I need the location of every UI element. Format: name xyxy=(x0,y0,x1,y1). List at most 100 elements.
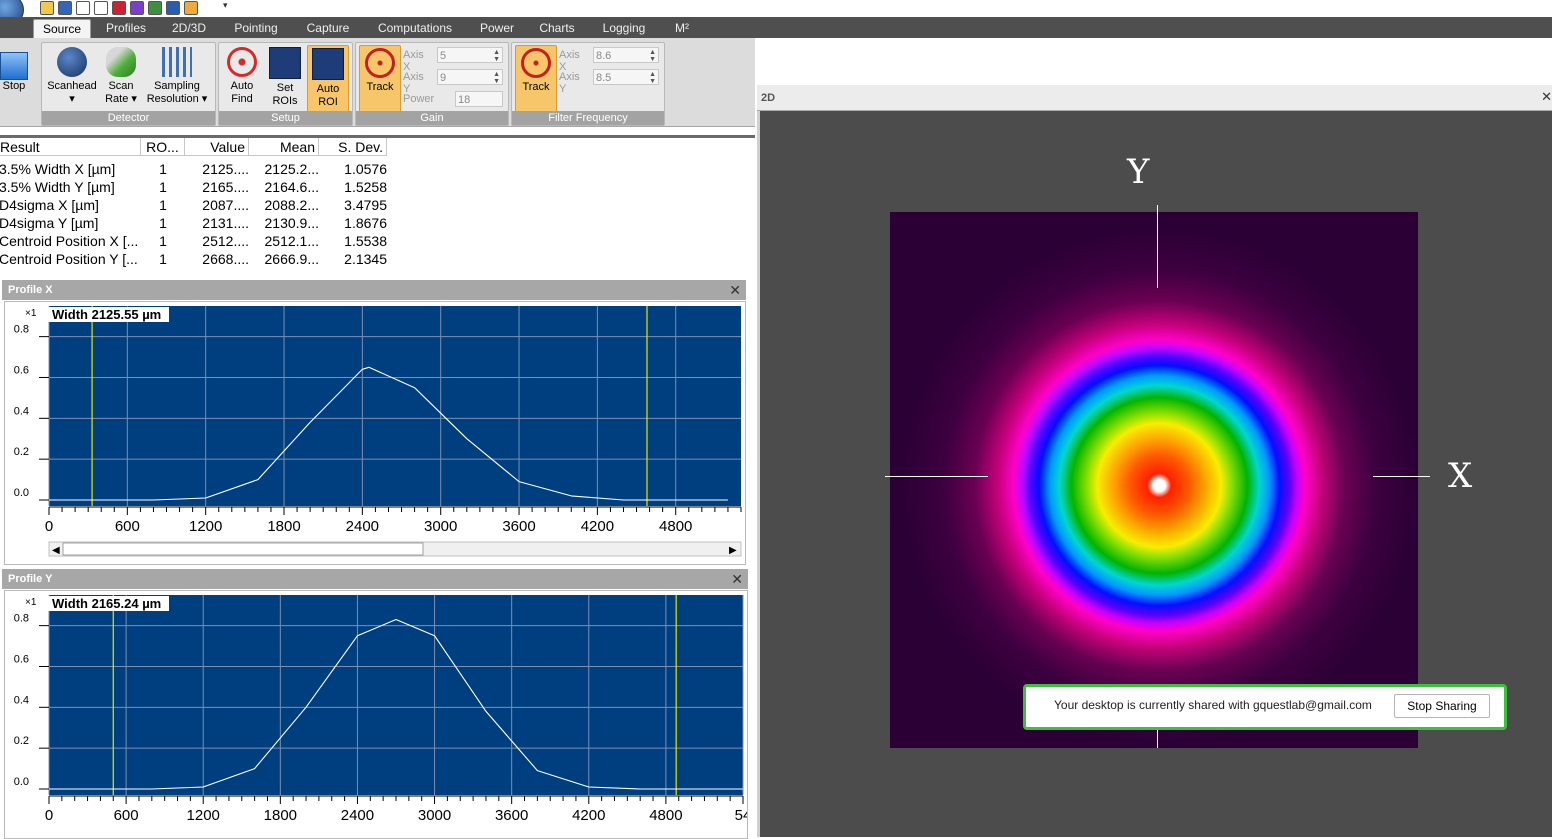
tab-charts[interactable]: Charts xyxy=(534,19,580,38)
column-header-mean[interactable]: Mean xyxy=(249,138,319,156)
y-tick-label: 0.2 xyxy=(14,446,29,458)
result-value: 2131.... xyxy=(202,215,249,231)
profile-y-panel: 0.8 0.6 0.4 0.2 0.0 ×1 0 600 1200 1800 2400 3000 360… xyxy=(4,590,748,839)
close-icon[interactable]: ✕ xyxy=(729,280,741,300)
result-name[interactable]: D4sigma X [µm] xyxy=(0,196,139,214)
spin-arrows-icon[interactable]: ▲ ▼ xyxy=(493,71,500,85)
pane-2d-header: 2D ✕ xyxy=(757,85,1552,111)
filter-axis-x-field[interactable]: 8.6 ▲ ▼ xyxy=(593,47,659,63)
result-name[interactable]: Centroid Position X [... xyxy=(0,232,139,250)
stop-sharing-button[interactable]: Stop Sharing xyxy=(1394,694,1490,718)
profile-icon[interactable] xyxy=(76,1,90,15)
result-roi: 1 xyxy=(159,161,167,177)
result-sdev: 1.8676 xyxy=(344,215,387,231)
x-tick-label: 600 xyxy=(115,518,140,535)
spin-arrows-icon[interactable]: ▲ ▼ xyxy=(649,71,656,85)
tab-computations[interactable]: Computations xyxy=(372,19,458,38)
axis-y-label: Y xyxy=(1127,152,1150,192)
crosshair-icon[interactable] xyxy=(166,1,180,15)
tab-2d3d[interactable]: 2D/3D xyxy=(165,19,213,38)
detector-group-label: Detector xyxy=(42,111,215,125)
result-mean: 2512.1... xyxy=(264,233,320,249)
gain-track-button[interactable]: Track xyxy=(359,45,401,113)
column-header-value[interactable]: Value xyxy=(185,138,249,156)
beam-image[interactable] xyxy=(890,212,1418,748)
column-header-result[interactable]: Result xyxy=(0,138,141,156)
result-name[interactable]: Centroid Position Y [... xyxy=(0,250,139,268)
column-header-sdev[interactable]: S. Dev. xyxy=(319,138,387,156)
y-tick-label: 0.2 xyxy=(14,735,29,747)
y-tick-label: 0.8 xyxy=(14,324,29,336)
x-tick-label: 54 xyxy=(735,807,747,824)
x-tick-label: 2400 xyxy=(341,807,374,824)
result-value: 2512.... xyxy=(202,233,249,249)
auto-roi-icon[interactable] xyxy=(184,1,198,15)
crosshair-vertical-top xyxy=(1157,205,1158,288)
spin-arrows-icon[interactable]: ▲ ▼ xyxy=(649,49,656,63)
x-tick-label: 3600 xyxy=(495,807,528,824)
x-tick-label: 3600 xyxy=(502,518,535,535)
result-roi: 1 xyxy=(159,233,167,249)
tab-power[interactable]: Power xyxy=(474,19,520,38)
x-tick-label: 1200 xyxy=(187,807,220,824)
result-name[interactable]: 3.5% Width Y [µm] xyxy=(0,178,139,196)
stop-button[interactable]: Stop xyxy=(0,52,28,93)
auto-roi-button[interactable]: Auto ROI xyxy=(307,45,349,113)
profile-x-chart[interactable]: 0.8 0.6 0.4 0.2 0.0 ×1 0 600 1200 1800 2400 3000 360… xyxy=(5,302,745,564)
result-roi: 1 xyxy=(159,251,167,267)
plot-area xyxy=(49,306,741,506)
setup-group-label: Setup xyxy=(219,111,352,125)
spin-arrows-icon[interactable]: ▲ ▼ xyxy=(493,49,500,63)
x-tick-label: 4200 xyxy=(581,518,614,535)
auto-find-button[interactable]: Auto Find xyxy=(221,45,263,106)
x-tick-label: 4800 xyxy=(659,518,692,535)
axis-x-label: X xyxy=(1448,456,1473,496)
close-icon[interactable]: ✕ xyxy=(731,569,743,589)
scanhead-button[interactable]: Scanhead ▾ xyxy=(44,45,100,106)
plot-area xyxy=(49,595,743,795)
tab-logging[interactable]: Logging xyxy=(596,19,652,38)
y-tick-label: 0.0 xyxy=(14,487,29,499)
open-folder-icon[interactable] xyxy=(40,1,54,15)
tab-pointing[interactable]: Pointing xyxy=(228,19,284,38)
filter-group-label: Filter Frequency xyxy=(512,111,664,125)
target-icon[interactable] xyxy=(112,1,126,15)
profile-alt-icon[interactable] xyxy=(94,1,108,15)
filter-axis-y-field[interactable]: 8.5 ▲ ▼ xyxy=(593,69,659,85)
gain-axis-y-field[interactable]: 9 ▲ ▼ xyxy=(437,69,503,85)
column-header-roi[interactable]: RO... xyxy=(141,138,185,156)
result-value: 2165.... xyxy=(202,179,249,195)
profile-x-panel: 0.8 0.6 0.4 0.2 0.0 ×1 0 600 1200 1800 2400 3000 360… xyxy=(4,301,746,565)
result-roi: 1 xyxy=(159,215,167,231)
gain-axis-x-field[interactable]: 5 ▲ ▼ xyxy=(437,47,503,63)
qat-dropdown-icon[interactable]: ▾ xyxy=(223,0,228,11)
result-name[interactable]: D4sigma Y [µm] xyxy=(0,214,139,232)
profile-y-header: Profile Y ✕ xyxy=(2,569,748,589)
result-name[interactable]: 3.5% Width X [µm] xyxy=(0,160,139,178)
auto-find-icon xyxy=(227,47,257,77)
sampling-resolution-icon xyxy=(162,47,192,77)
tab-profiles[interactable]: Profiles xyxy=(100,19,152,38)
tab-m2[interactable]: M² xyxy=(668,19,696,38)
x-tick-label: 0 xyxy=(45,807,53,824)
x-tick-label: 0 xyxy=(45,518,53,535)
results-table[interactable]: Result RO... Value Mean S. Dev. 3.5% Wid… xyxy=(0,135,755,276)
result-roi: 1 xyxy=(159,197,167,213)
width-label: Width 2125.55 µm xyxy=(52,307,161,322)
close-icon[interactable]: ✕ xyxy=(1541,89,1552,105)
stop-icon xyxy=(0,52,28,80)
quick-access-toolbar: ▾ xyxy=(0,0,1552,26)
tab-source[interactable]: Source xyxy=(33,19,91,39)
scan-rate-button[interactable]: Scan Rate ▾ xyxy=(100,45,142,106)
save-icon[interactable] xyxy=(58,1,72,15)
result-sdev: 1.5538 xyxy=(344,233,387,249)
set-rois-button[interactable]: Set ROIs xyxy=(265,45,305,108)
tab-capture[interactable]: Capture xyxy=(300,19,356,38)
filter-track-button[interactable]: Track xyxy=(515,45,557,113)
y-tick-label: 0.4 xyxy=(14,694,29,706)
beam-2d-icon[interactable] xyxy=(130,1,144,15)
gain-track-icon xyxy=(365,48,395,78)
sampling-resolution-button[interactable]: Sampling Resolution ▾ xyxy=(142,45,212,106)
profile-y-chart[interactable]: 0.8 0.6 0.4 0.2 0.0 ×1 0 600 1200 1800 2400 3000 360… xyxy=(5,591,747,838)
grid-icon[interactable] xyxy=(148,1,162,15)
